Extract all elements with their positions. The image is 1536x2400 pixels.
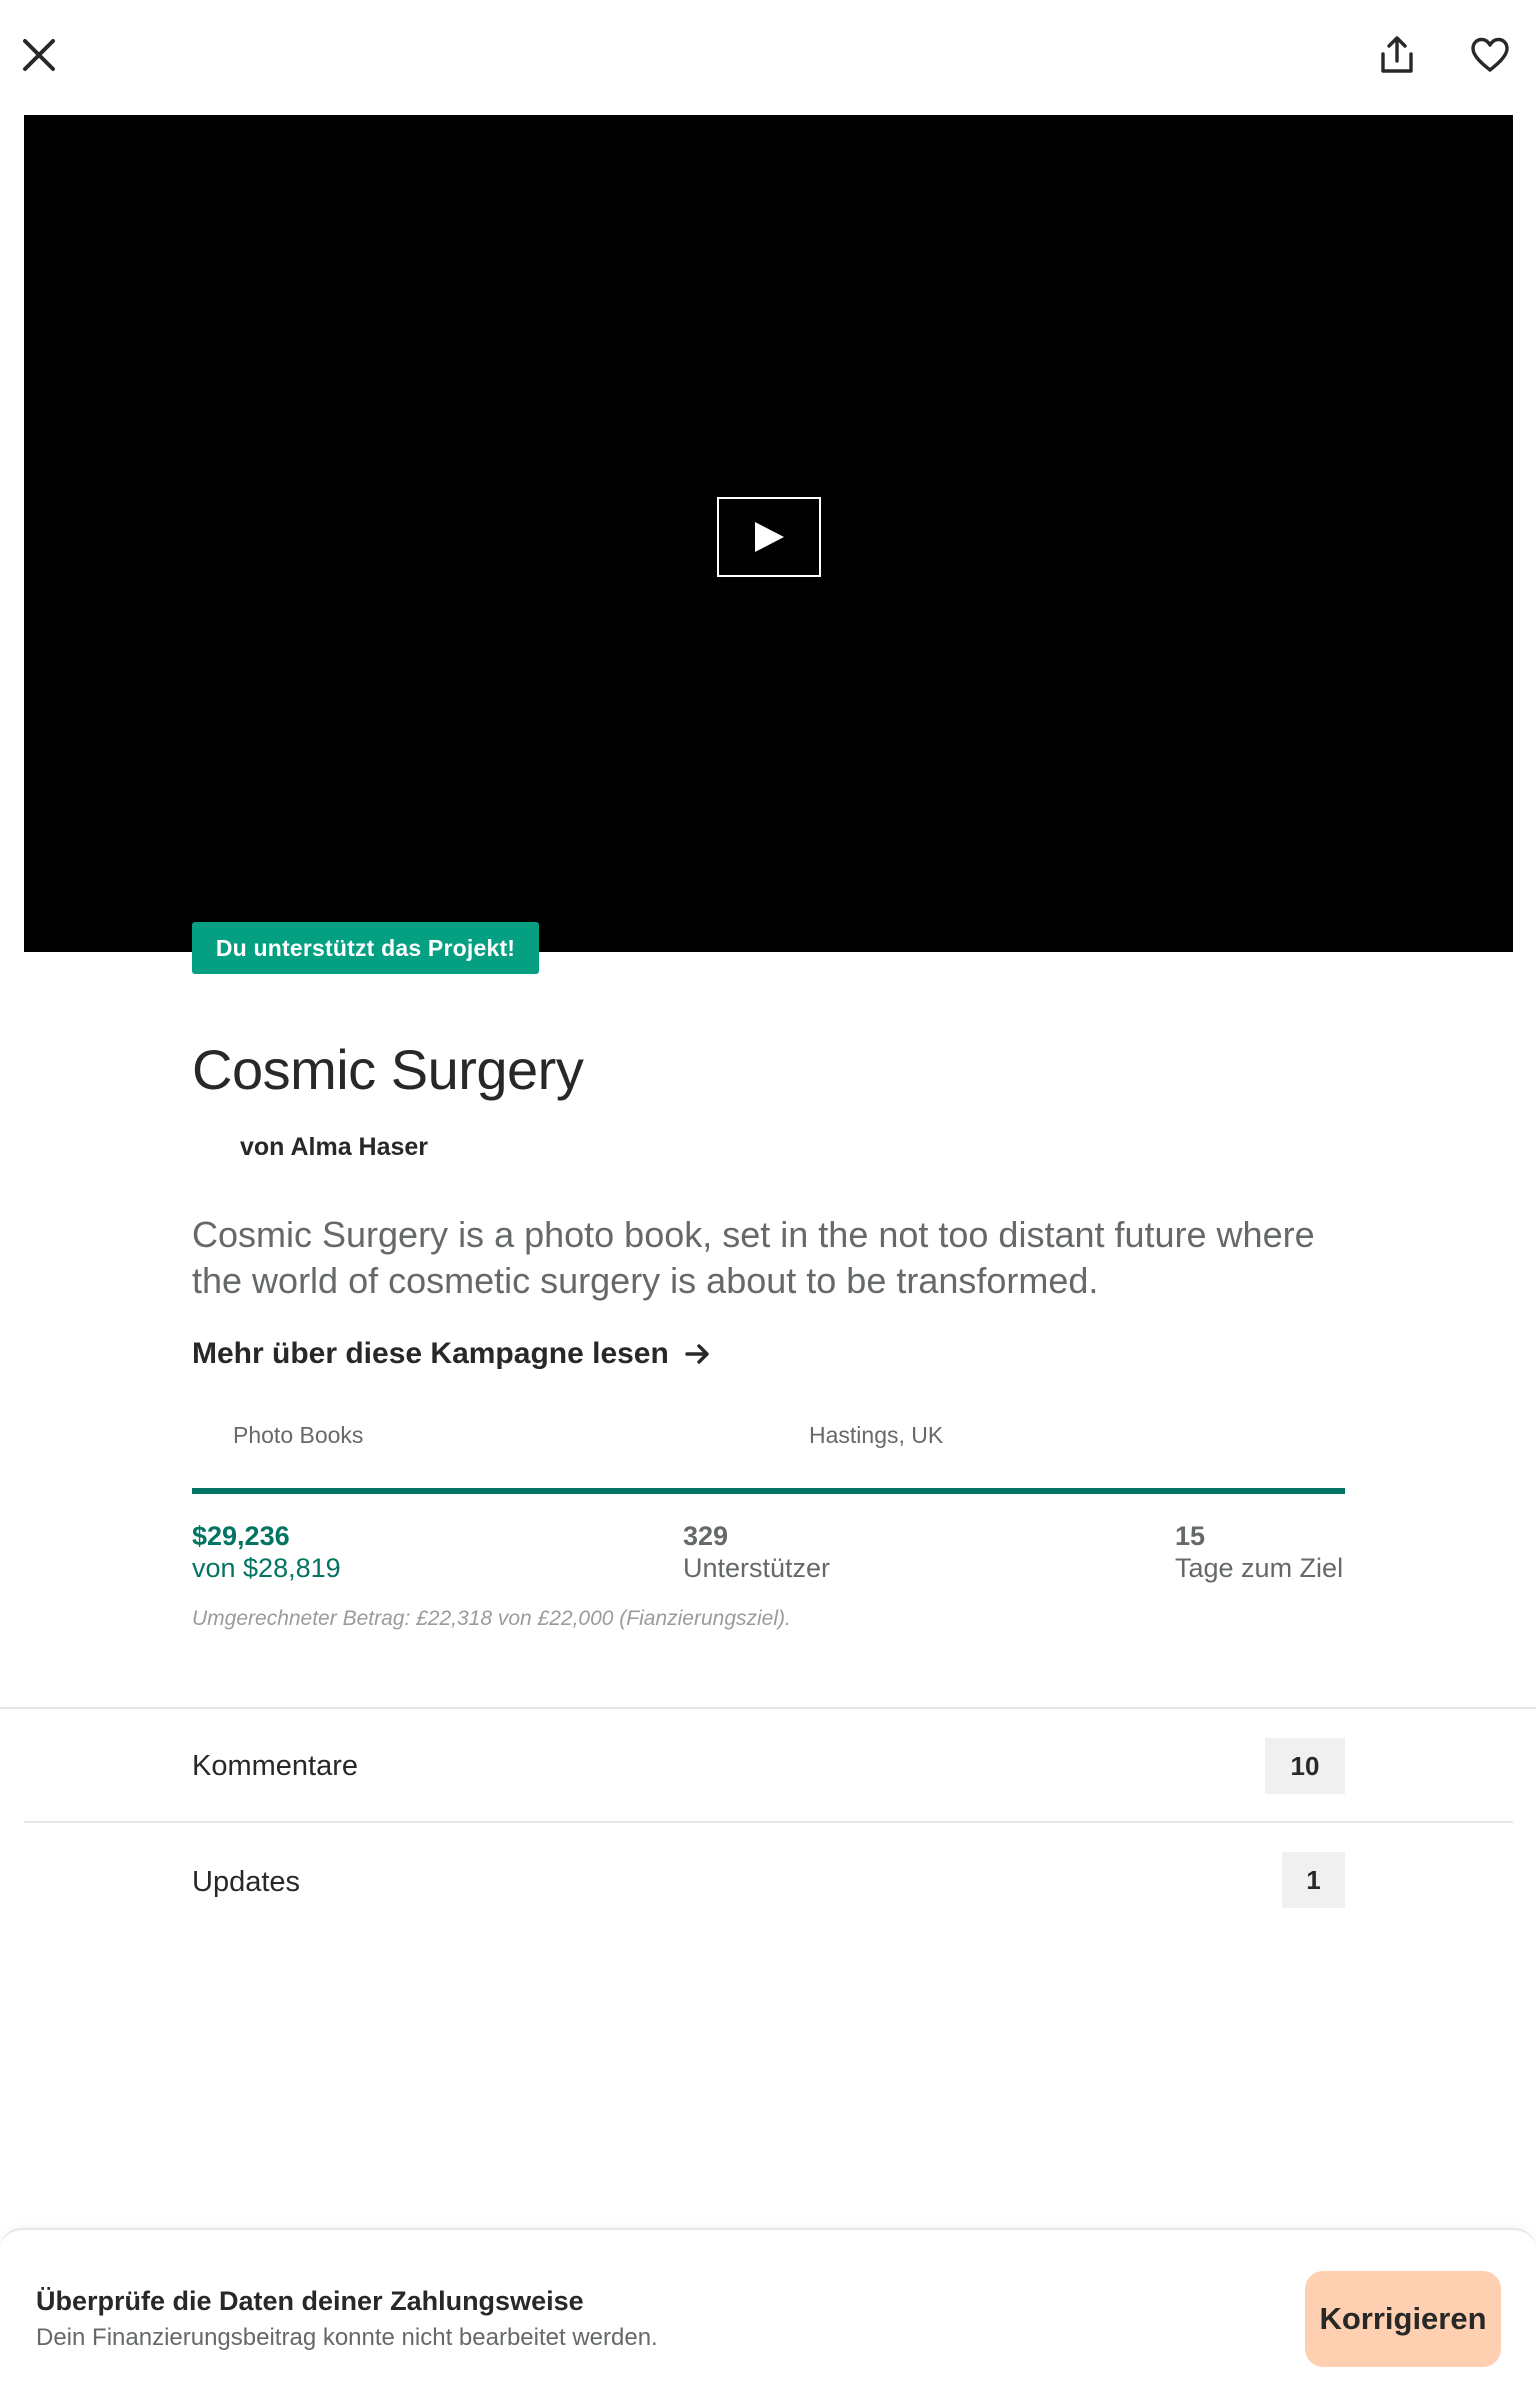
play-button[interactable] <box>717 497 821 577</box>
comments-label: Kommentare <box>192 1750 359 1782</box>
creator-link[interactable]: von Alma Haser <box>240 1133 428 1162</box>
play-icon <box>755 522 784 552</box>
share-button[interactable] <box>1370 28 1424 82</box>
project-blurb: Cosmic Surgery is a photo book, set in t… <box>192 1214 1315 1301</box>
favorite-button[interactable] <box>1462 28 1518 82</box>
comments-count-badge: 10 <box>1265 1738 1345 1794</box>
goal-amount: von $28,819 <box>192 1553 341 1583</box>
category-link[interactable]: Photo Books <box>233 1422 363 1449</box>
top-bar <box>0 0 1536 110</box>
comments-row[interactable]: Kommentare 10 <box>0 1710 1536 1820</box>
read-more-label: Mehr über diese Kampagne lesen <box>192 1337 669 1370</box>
payment-error-banner: Überprüfe die Daten deiner Zahlungsweise… <box>0 2228 1536 2400</box>
arrow-right-icon <box>685 1344 709 1364</box>
pledged-amount: $29,236 <box>192 1521 290 1551</box>
divider <box>24 1821 1513 1823</box>
backers-label: Unterstützer <box>683 1553 831 1583</box>
days-label: Tage zum Ziel <box>1175 1553 1344 1583</box>
payment-banner-subtitle: Dein Finanzierungsbeitrag konnte nicht b… <box>36 2324 658 2351</box>
funding-progress-bar <box>192 1488 1345 1494</box>
backers-stat: 329 Unterstützer <box>683 1520 830 1584</box>
funding-progress-fill <box>192 1488 1345 1494</box>
pledged-stat: $29,236 von $28,819 <box>192 1520 341 1584</box>
updates-row[interactable]: Updates 1 <box>0 1824 1536 1934</box>
project-video[interactable] <box>24 115 1513 952</box>
days-stat: 15 Tage zum Ziel <box>1175 1520 1343 1584</box>
updates-label: Updates <box>192 1866 301 1898</box>
backers-count: 329 <box>683 1521 729 1551</box>
location-link[interactable]: Hastings, UK <box>809 1422 943 1449</box>
divider <box>0 1707 1536 1709</box>
heart-icon <box>1471 37 1509 72</box>
share-icon <box>1381 36 1413 73</box>
close-icon <box>23 39 55 71</box>
payment-banner-title: Überprüfe die Daten deiner Zahlungsweise <box>36 2286 584 2316</box>
read-more-link[interactable]: Mehr über diese Kampagne lesen <box>192 1337 711 1371</box>
updates-count-badge: 1 <box>1282 1852 1345 1908</box>
backer-badge: Du unterstützt das Projekt! <box>192 922 539 974</box>
conversion-note: Umgerechneter Betrag: £22,318 von £22,00… <box>192 1607 791 1630</box>
close-button[interactable] <box>14 30 64 80</box>
project-title: Cosmic Surgery <box>192 1038 584 1101</box>
days-count: 15 <box>1175 1521 1206 1551</box>
fix-payment-button[interactable]: Korrigieren <box>1305 2271 1501 2367</box>
